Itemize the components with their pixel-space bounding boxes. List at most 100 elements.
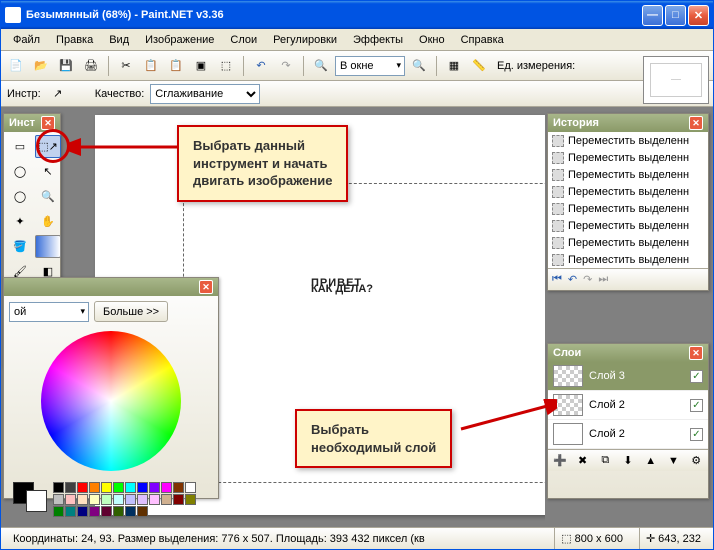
- colors-layer-dropdown[interactable]: ой: [9, 302, 89, 322]
- color-wheel[interactable]: [41, 331, 181, 471]
- history-item[interactable]: Переместить выделенн: [548, 183, 708, 200]
- colors-close-icon[interactable]: ✕: [199, 280, 213, 294]
- layer-item[interactable]: Слой 2✓: [548, 420, 708, 449]
- layer-props-icon[interactable]: ⚙: [686, 450, 706, 472]
- layer-visible-checkbox[interactable]: ✓: [690, 399, 703, 412]
- menu-effects[interactable]: Эффекты: [345, 32, 411, 48]
- history-redo-icon[interactable]: ↷: [583, 273, 592, 286]
- zoom-tool[interactable]: 🔍: [35, 185, 61, 208]
- color-swatch[interactable]: [125, 482, 136, 493]
- history-item[interactable]: Переместить выделенн: [548, 166, 708, 183]
- color-swatch[interactable]: [53, 482, 64, 493]
- color-swatch[interactable]: [101, 506, 112, 517]
- colors-panel-title[interactable]: ✕: [4, 278, 218, 296]
- color-swatch[interactable]: [53, 506, 64, 517]
- zoom-out-icon[interactable]: 🔍: [310, 55, 332, 77]
- layer-item[interactable]: Слой 3✓: [548, 362, 708, 391]
- menu-view[interactable]: Вид: [101, 32, 137, 48]
- layers-panel-title[interactable]: Слои ✕: [548, 344, 708, 362]
- grid-icon[interactable]: ▦: [443, 55, 465, 77]
- layer-duplicate-icon[interactable]: ⧉: [595, 450, 615, 472]
- history-forward-icon[interactable]: ⏭: [598, 273, 608, 286]
- fill-tool[interactable]: 🪣: [7, 235, 33, 258]
- save-icon[interactable]: 💾: [55, 55, 77, 77]
- color-swatch[interactable]: [149, 494, 160, 505]
- color-swatch[interactable]: [101, 494, 112, 505]
- wand-tool[interactable]: ✦: [7, 210, 33, 233]
- rect-select-tool[interactable]: ▭: [7, 135, 33, 158]
- color-swatch[interactable]: [113, 482, 124, 493]
- gradient-tool[interactable]: [35, 235, 61, 258]
- zoom-in-icon[interactable]: 🔍: [408, 55, 430, 77]
- color-swatch[interactable]: [161, 494, 172, 505]
- color-swatch[interactable]: [77, 482, 88, 493]
- layer-delete-icon[interactable]: ✖: [573, 450, 593, 472]
- menu-layers[interactable]: Слои: [222, 32, 265, 48]
- history-rewind-icon[interactable]: ⏮: [552, 273, 562, 286]
- maximize-button[interactable]: □: [665, 5, 686, 26]
- deselect-icon[interactable]: ⬚: [215, 55, 237, 77]
- color-swatch[interactable]: [113, 494, 124, 505]
- color-swatch[interactable]: [173, 482, 184, 493]
- history-item[interactable]: Переместить выделенн: [548, 200, 708, 217]
- secondary-color[interactable]: [26, 490, 47, 512]
- history-undo-icon[interactable]: ↶: [568, 273, 577, 286]
- close-button[interactable]: ✕: [688, 5, 709, 26]
- document-thumbnail[interactable]: ·····: [643, 56, 709, 104]
- color-swatch[interactable]: [89, 506, 100, 517]
- history-list[interactable]: Переместить выделеннПереместить выделенн…: [548, 132, 708, 268]
- history-item[interactable]: Переместить выделенн: [548, 132, 708, 149]
- color-swatch[interactable]: [113, 506, 124, 517]
- color-swatch[interactable]: [185, 482, 196, 493]
- color-swatch[interactable]: [65, 506, 76, 517]
- redo-icon[interactable]: ↷: [275, 55, 297, 77]
- color-swatch[interactable]: [125, 494, 136, 505]
- color-swatch[interactable]: [161, 482, 172, 493]
- quality-select[interactable]: Сглаживание: [150, 84, 260, 104]
- color-swatch[interactable]: [101, 482, 112, 493]
- minimize-button[interactable]: —: [642, 5, 663, 26]
- menu-help[interactable]: Справка: [453, 32, 512, 48]
- layer-down-icon[interactable]: ▼: [664, 450, 684, 472]
- menu-window[interactable]: Окно: [411, 32, 453, 48]
- tools-close-icon[interactable]: ✕: [41, 116, 55, 130]
- print-icon[interactable]: 🖨: [80, 55, 102, 77]
- ellipse-select-tool[interactable]: ◯: [7, 185, 33, 208]
- color-swatch[interactable]: [53, 494, 64, 505]
- layer-item[interactable]: Слой 2✓: [548, 391, 708, 420]
- color-swatch[interactable]: [149, 482, 160, 493]
- layer-up-icon[interactable]: ▲: [641, 450, 661, 472]
- menu-adjustments[interactable]: Регулировки: [265, 32, 345, 48]
- history-panel-title[interactable]: История ✕: [548, 114, 708, 132]
- history-close-icon[interactable]: ✕: [689, 116, 703, 130]
- menu-image[interactable]: Изображение: [137, 32, 222, 48]
- colors-more-button[interactable]: Больше >>: [94, 301, 168, 322]
- zoom-dropdown[interactable]: В окне: [335, 56, 405, 76]
- color-swatch[interactable]: [65, 482, 76, 493]
- cut-icon[interactable]: ✂: [115, 55, 137, 77]
- current-tool-icon[interactable]: ↗: [47, 83, 69, 105]
- color-swatch[interactable]: [173, 494, 184, 505]
- layer-add-icon[interactable]: ➕: [550, 450, 570, 472]
- color-swatch[interactable]: [185, 494, 196, 505]
- history-item[interactable]: Переместить выделенн: [548, 149, 708, 166]
- color-swatch[interactable]: [125, 506, 136, 517]
- ruler-icon[interactable]: 📏: [468, 55, 490, 77]
- new-file-icon[interactable]: 📄: [5, 55, 27, 77]
- copy-icon[interactable]: 📋: [140, 55, 162, 77]
- paste-icon[interactable]: 📋: [165, 55, 187, 77]
- layers-close-icon[interactable]: ✕: [689, 346, 703, 360]
- history-item[interactable]: Переместить выделенн: [548, 251, 708, 268]
- color-swatch[interactable]: [89, 494, 100, 505]
- color-swatch[interactable]: [77, 506, 88, 517]
- color-swatch[interactable]: [65, 494, 76, 505]
- move-tool[interactable]: ↖: [35, 160, 61, 183]
- layer-visible-checkbox[interactable]: ✓: [690, 370, 703, 383]
- layers-list[interactable]: Слой 3✓Слой 2✓Слой 2✓: [548, 362, 708, 449]
- pan-tool[interactable]: ✋: [35, 210, 61, 233]
- color-swatch[interactable]: [137, 494, 148, 505]
- layer-visible-checkbox[interactable]: ✓: [690, 428, 703, 441]
- history-item[interactable]: Переместить выделенн: [548, 217, 708, 234]
- color-swatch[interactable]: [137, 482, 148, 493]
- menu-file[interactable]: Файл: [5, 32, 48, 48]
